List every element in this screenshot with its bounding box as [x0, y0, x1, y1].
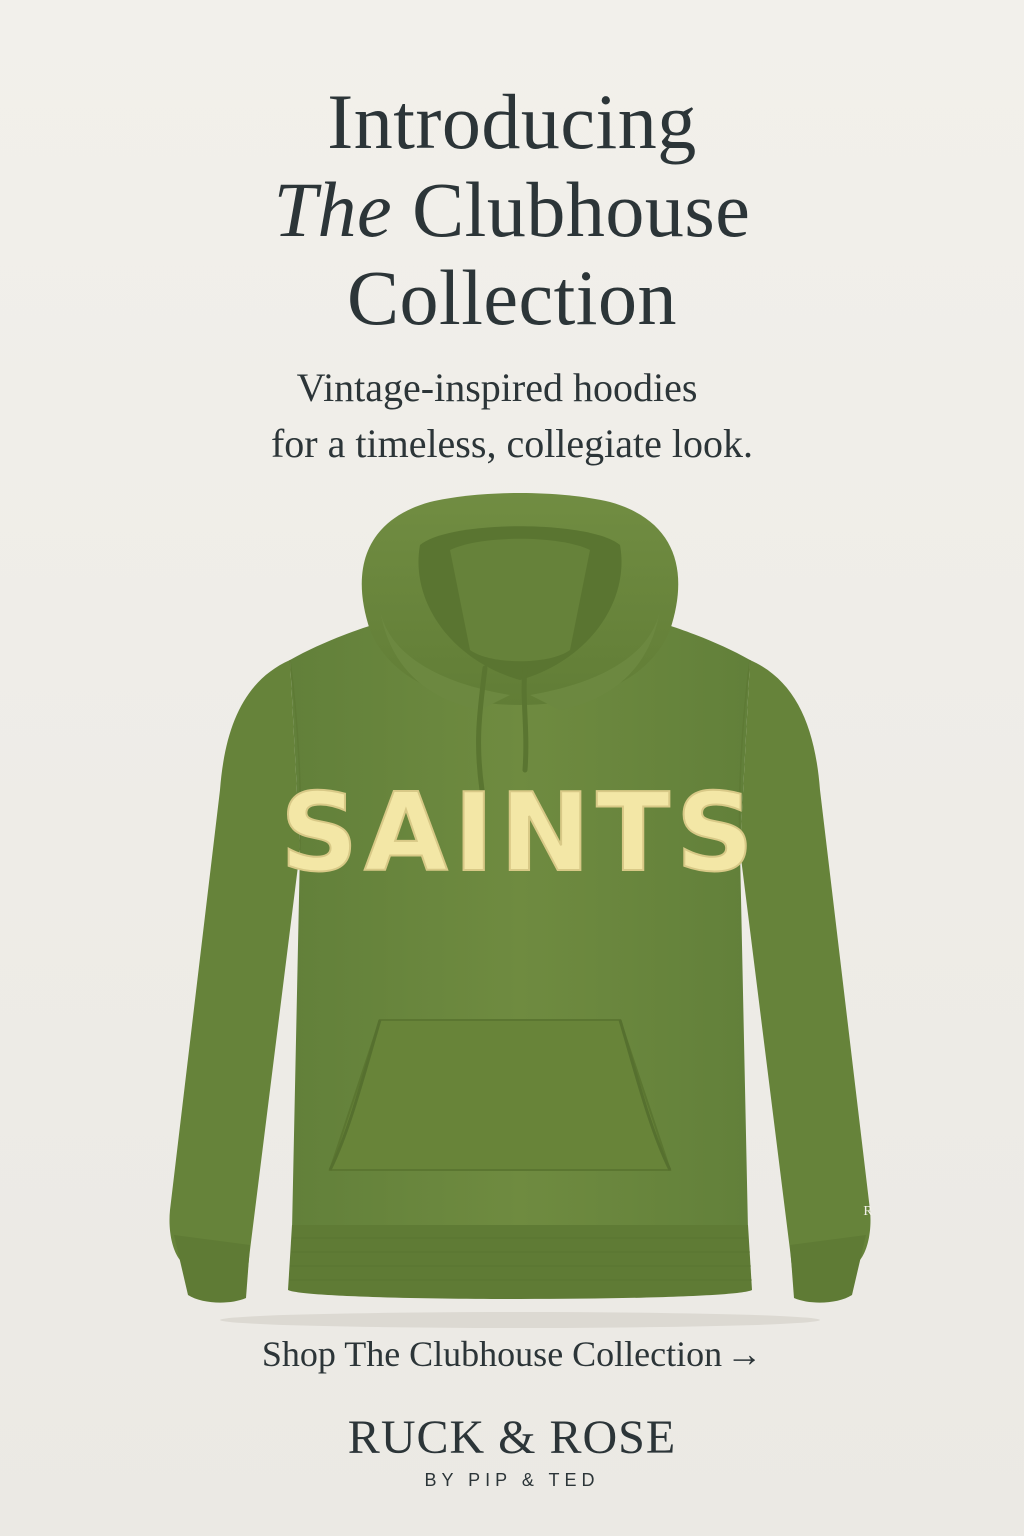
product-image-hoodie: SAINTS R [150, 490, 890, 1330]
hoodie-illustration: SAINTS R [169, 493, 873, 1328]
cuff-brand-mark: R [863, 1204, 873, 1219]
headline-line-2-rest: Clubhouse [392, 166, 751, 253]
right-cuff [790, 1235, 866, 1303]
drop-shadow [220, 1312, 820, 1328]
headline-italic-word: The [273, 166, 393, 253]
subheadline: Vintage-inspired hoodies for a timeless,… [0, 360, 1024, 472]
subheadline-line-2: for a timeless, collegiate look. [270, 421, 754, 466]
chest-lettering: SAINTS [280, 771, 759, 896]
left-cuff [174, 1235, 250, 1303]
shop-collection-link[interactable]: Shop The Clubhouse Collection → [0, 1330, 1024, 1378]
headline: Introducing The Clubhouse Collection [0, 78, 1024, 342]
left-sleeve [169, 660, 300, 1300]
brand-logo: RUCK & ROSE [347, 1411, 677, 1464]
waistband [288, 1225, 752, 1299]
right-sleeve [740, 660, 871, 1300]
subheadline-line-1: Vintage-inspired hoodies [296, 365, 698, 410]
shop-collection-label: Shop The Clubhouse Collection [261, 1334, 723, 1374]
drawstring-right [521, 665, 529, 773]
kangaroo-pocket [328, 1019, 672, 1171]
hood-fold [450, 538, 590, 662]
headline-line-2: The Clubhouse [0, 166, 1024, 254]
arrow-right-icon: → [726, 1334, 763, 1374]
brand-tagline: BY PIP & TED [424, 1470, 600, 1490]
headline-line-3: Collection [347, 254, 677, 341]
headline-line-1: Introducing [327, 78, 697, 165]
ad-page: Introducing The Clubhouse Collection Vin… [0, 0, 1024, 1536]
